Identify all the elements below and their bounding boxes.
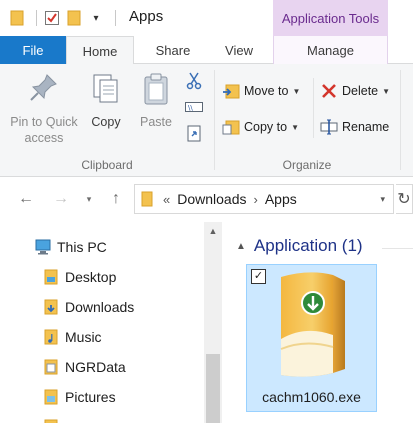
- tab-view[interactable]: View: [208, 36, 270, 64]
- nav-item-label: Desktop: [65, 269, 117, 285]
- pin-to-quick-access-button[interactable]: Pin to Quick access: [6, 72, 82, 146]
- tab-home[interactable]: Home: [66, 36, 134, 65]
- address-dropdown-icon[interactable]: ▾: [380, 194, 385, 205]
- breadcrumb-separator-icon[interactable]: ›: [254, 192, 258, 207]
- file-name[interactable]: cachm1060.exe: [247, 389, 376, 405]
- copy-to-dropdown-icon: ▼: [291, 122, 300, 132]
- pin-icon: [29, 72, 59, 110]
- refresh-icon[interactable]: ↻: [396, 184, 413, 214]
- copy-path-icon[interactable]: \\: [185, 98, 203, 116]
- nav-item-label: This PC: [57, 239, 107, 255]
- computer-icon: [34, 238, 52, 256]
- tab-manage[interactable]: Manage: [273, 36, 388, 64]
- svg-text:\\: \\: [188, 104, 193, 112]
- paste-button[interactable]: Paste: [134, 72, 178, 130]
- nav-item-this-pc[interactable]: This PC: [34, 238, 107, 256]
- copy-to-label: Copy to: [244, 120, 288, 134]
- cut-icon[interactable]: [185, 72, 203, 90]
- application-tools-context-label: Application Tools: [273, 0, 388, 36]
- ribbon: Pin to Quick access Copy Paste \\ Clipboa…: [0, 64, 413, 177]
- group-divider: [214, 70, 215, 170]
- file-item[interactable]: ✓ cachm1060.exe: [246, 264, 377, 412]
- copy-to-icon: [222, 118, 240, 136]
- file-list-pane: ▲ Application (1) ✓ cachm1060.exe: [222, 222, 413, 423]
- pictures-folder-icon: [42, 388, 60, 406]
- rename-icon: [320, 118, 338, 136]
- group-header-application[interactable]: ▲ Application (1): [236, 236, 363, 256]
- delete-x-icon: [320, 82, 338, 100]
- navigation-pane: This PC Desktop Downloads Music NGRData …: [0, 222, 222, 423]
- paste-icon: [141, 72, 171, 110]
- group-header-divider: [382, 248, 413, 249]
- document-icon: [42, 358, 60, 376]
- delete-dropdown-icon: ▼: [382, 86, 391, 96]
- group-divider: [400, 70, 401, 170]
- nav-pane-scrollbar[interactable]: ▲: [204, 222, 222, 423]
- pin-label-line2: access: [24, 131, 64, 145]
- delete-button[interactable]: Delete ▼: [320, 82, 390, 100]
- toolbar-divider: [115, 10, 116, 26]
- collapse-chevron-icon[interactable]: ▲: [236, 241, 246, 252]
- tab-file[interactable]: File: [0, 36, 66, 64]
- ribbon-tab-row: File Home Share View Manage: [0, 36, 413, 65]
- toolbar-divider: [36, 10, 37, 26]
- address-folder-icon: [141, 191, 153, 207]
- title-bar: ▾ Apps Application Tools: [0, 0, 413, 36]
- music-folder-icon: [42, 328, 60, 346]
- folder-icon[interactable]: [8, 9, 26, 27]
- nav-item-desktop[interactable]: Desktop: [42, 268, 116, 286]
- forward-arrow-icon[interactable]: →: [52, 190, 70, 208]
- copy-button[interactable]: Copy: [86, 72, 126, 130]
- delete-label: Delete: [342, 84, 379, 98]
- window-title: Apps: [129, 8, 164, 25]
- copy-icon: [91, 72, 121, 110]
- nav-item-label: Music: [65, 329, 102, 345]
- breadcrumb-downloads[interactable]: Downloads: [177, 191, 246, 207]
- quick-access-toolbar: ▾: [8, 8, 122, 28]
- desktop-folder-icon: [42, 268, 60, 286]
- organize-inner-divider: [313, 78, 314, 138]
- organize-group-label: Organize: [282, 158, 332, 172]
- rename-label: Rename: [342, 120, 390, 134]
- scroll-thumb[interactable]: [206, 354, 220, 423]
- group-header-label: Application (1): [253, 236, 363, 255]
- address-overflow-chevron[interactable]: «: [163, 192, 170, 207]
- breadcrumb-apps[interactable]: Apps: [265, 191, 297, 207]
- copy-label: Copy: [91, 115, 121, 129]
- nav-item-pictures[interactable]: Pictures: [42, 388, 116, 406]
- move-to-icon: [222, 82, 240, 100]
- scroll-up-arrow-icon[interactable]: ▲: [204, 222, 222, 240]
- copy-to-button[interactable]: Copy to ▼: [222, 118, 299, 136]
- nav-item-ngrdata[interactable]: NGRData: [42, 358, 126, 376]
- move-to-label: Move to: [244, 84, 289, 98]
- properties-icon[interactable]: [43, 9, 61, 27]
- installer-box-icon: [275, 269, 351, 388]
- folder-icon: [42, 418, 60, 423]
- rename-button[interactable]: Rename: [320, 118, 389, 136]
- selection-checkbox[interactable]: ✓: [251, 269, 266, 284]
- address-bar[interactable]: « Downloads › Apps ▾: [134, 184, 394, 214]
- downloads-folder-icon: [42, 298, 60, 316]
- paste-shortcut-icon[interactable]: [185, 124, 203, 142]
- nav-item-music[interactable]: Music: [42, 328, 102, 346]
- pin-label-line1: Pin to Quick: [10, 115, 78, 129]
- back-arrow-icon[interactable]: ←: [17, 190, 35, 208]
- clipboard-group-label: Clipboard: [81, 158, 133, 172]
- move-to-dropdown-icon: ▼: [292, 86, 301, 96]
- nav-item-partial[interactable]: [42, 418, 65, 423]
- new-folder-icon[interactable]: [65, 9, 83, 27]
- nav-item-label: Downloads: [65, 299, 135, 315]
- nav-item-downloads[interactable]: Downloads: [42, 298, 134, 316]
- nav-item-label: NGRData: [65, 359, 126, 375]
- customize-toolbar-dropdown-icon[interactable]: ▾: [87, 9, 105, 27]
- nav-item-label: Pictures: [65, 389, 116, 405]
- recent-locations-chevron-icon[interactable]: ▾: [80, 194, 98, 205]
- move-to-button[interactable]: Move to ▼: [222, 82, 300, 100]
- tab-share[interactable]: Share: [138, 36, 208, 64]
- paste-label: Paste: [140, 115, 172, 129]
- up-arrow-icon[interactable]: ↑: [107, 190, 125, 208]
